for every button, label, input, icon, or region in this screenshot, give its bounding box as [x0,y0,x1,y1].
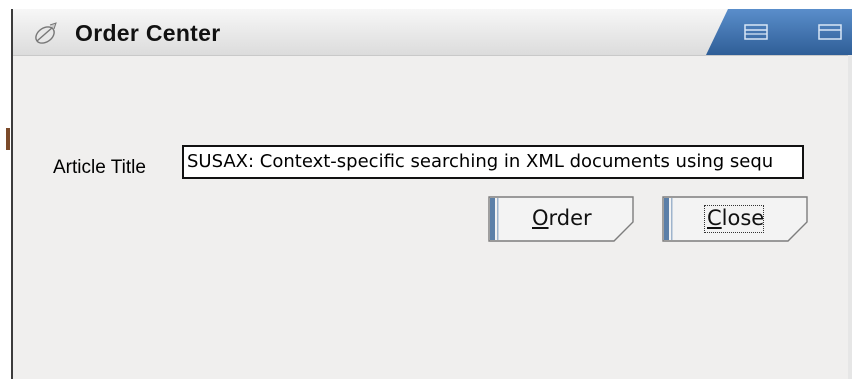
title-bar[interactable]: Order Center [13,9,852,56]
maximize-icon[interactable] [818,23,842,41]
close-button[interactable]: Close [662,196,808,242]
window-edge-marker [6,128,10,150]
article-title-label: Article Title [53,157,146,178]
order-center-window: Order Center Article Title SUSAX: Contex… [11,9,852,379]
order-button[interactable]: Order [488,196,634,242]
title-bar-controls [706,9,852,55]
minimize-icon[interactable] [744,23,768,41]
window-right-border [848,55,852,379]
order-button-label: Order [532,206,592,230]
article-title-input[interactable]: SUSAX: Context-specific searching in XML… [182,145,804,179]
window-title: Order Center [75,20,221,46]
close-button-label: Close [707,206,765,230]
leaf-icon [33,21,59,45]
